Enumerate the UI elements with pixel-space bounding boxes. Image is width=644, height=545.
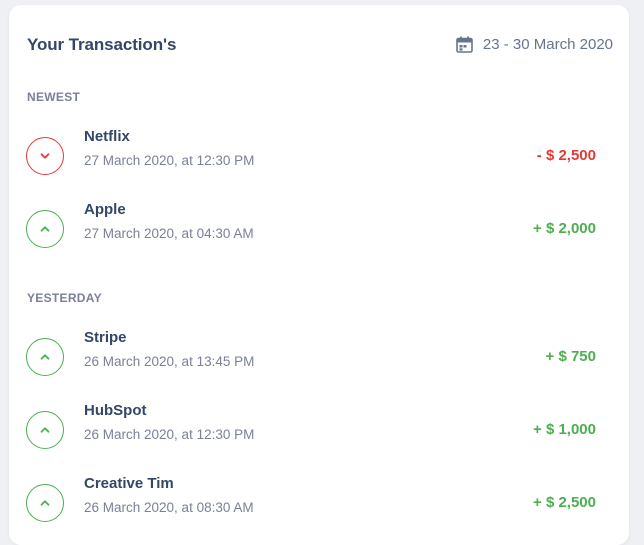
card-title: Your Transaction's: [27, 35, 177, 54]
chevron-down-icon: [40, 153, 50, 159]
direction-indicator[interactable]: [26, 338, 64, 376]
transaction-time: 26 March 2020, at 12:30 PM: [84, 427, 255, 442]
transaction-time: 27 March 2020, at 12:30 PM: [84, 153, 255, 168]
section-label-yesterday: YESTERDAY: [27, 291, 102, 305]
transaction-amount: + $ 750: [545, 348, 596, 365]
transaction-time: 26 March 2020, at 13:45 PM: [84, 354, 255, 369]
chevron-up-icon: [40, 500, 50, 506]
card-header: Your Transaction's 23 - 30 March 2020: [27, 35, 613, 59]
transaction-row-stripe[interactable]: Stripe 26 March 2020, at 13:45 PM + $ 75…: [26, 329, 596, 382]
transaction-time: 27 March 2020, at 04:30 AM: [84, 226, 254, 241]
transaction-row-apple[interactable]: Apple 27 March 2020, at 04:30 AM + $ 2,0…: [26, 201, 596, 254]
direction-indicator[interactable]: [26, 484, 64, 522]
direction-indicator[interactable]: [26, 137, 64, 175]
transaction-name: Creative Tim: [84, 475, 174, 492]
transaction-amount: + $ 2,000: [533, 220, 596, 237]
transaction-row-creative-tim[interactable]: Creative Tim 26 March 2020, at 08:30 AM …: [26, 475, 596, 528]
transaction-row-netflix[interactable]: Netflix 27 March 2020, at 12:30 PM - $ 2…: [26, 128, 596, 181]
transaction-name: Stripe: [84, 329, 127, 346]
section-label-newest: NEWEST: [27, 90, 81, 104]
calendar-icon: [456, 36, 473, 53]
transaction-name: HubSpot: [84, 402, 147, 419]
direction-indicator[interactable]: [26, 210, 64, 248]
transaction-amount: + $ 1,000: [533, 421, 596, 438]
transaction-amount: + $ 2,500: [533, 494, 596, 511]
chevron-up-icon: [40, 226, 50, 232]
direction-indicator[interactable]: [26, 411, 64, 449]
transactions-card: Your Transaction's 23 - 30 March 2020 NE…: [9, 5, 629, 545]
chevron-up-icon: [40, 427, 50, 433]
date-range[interactable]: 23 - 30 March 2020: [456, 36, 613, 53]
transaction-amount: - $ 2,500: [536, 147, 596, 164]
transaction-name: Apple: [84, 201, 126, 218]
transaction-row-hubspot[interactable]: HubSpot 26 March 2020, at 12:30 PM + $ 1…: [26, 402, 596, 455]
chevron-up-icon: [40, 354, 50, 360]
transaction-time: 26 March 2020, at 08:30 AM: [84, 500, 254, 515]
date-range-text: 23 - 30 March 2020: [482, 36, 613, 53]
transaction-name: Netflix: [84, 128, 130, 145]
